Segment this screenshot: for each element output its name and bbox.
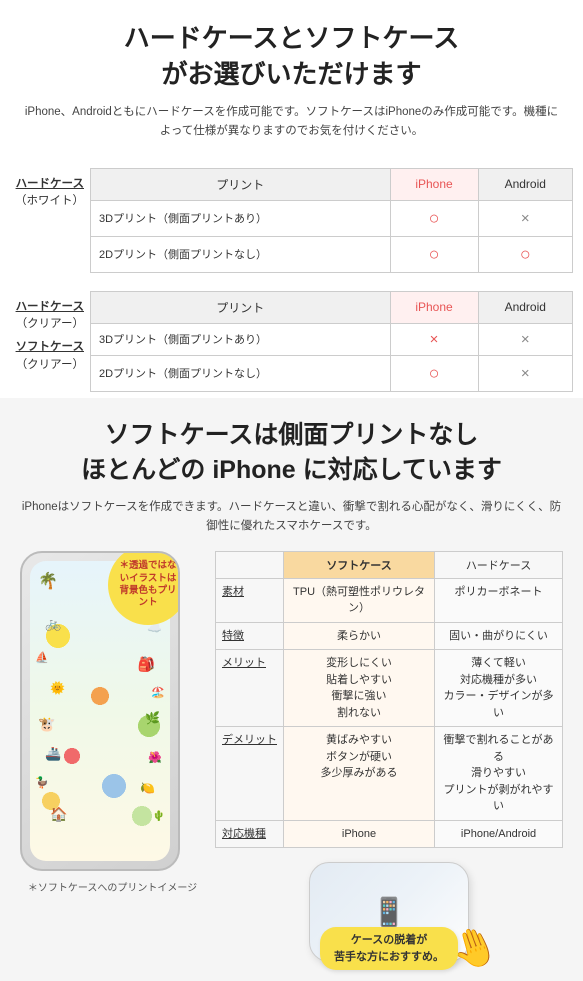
case-note-area: 📱 🤚 ケースの脱着が 苦手な方におすすめ。 xyxy=(215,862,563,965)
table2: プリント iPhone Android 3Dプリント（側面プリントあり）××2D… xyxy=(90,291,573,392)
phone-image-area: 🌴 🐋 🚲 ☁️ ⛵ 🎒 🌞 🏖️ 🐮 🌿 🚢 🌺 🦆 🍋 xyxy=(20,551,205,894)
col-android-header2: Android xyxy=(478,291,572,323)
table1-left-label: ハードケース （ホワイト） xyxy=(10,168,90,211)
right-area: ソフトケース ハードケース 素材TPU（熱可塑性ポリウレタン）ポリカーボネート特… xyxy=(215,551,563,966)
table1: プリント iPhone Android 3Dプリント（側面プリントあり）○×2D… xyxy=(90,168,573,273)
section1-header: ハードケースとソフトケース がお選びいただけます iPhone、Androidと… xyxy=(0,0,583,168)
case-note-bubble: ケースの脱着が 苦手な方におすすめ。 xyxy=(320,927,458,970)
col-iphone-header2: iPhone xyxy=(390,291,478,323)
table2-col: プリント iPhone Android 3Dプリント（側面プリントあり）××2D… xyxy=(90,291,573,392)
table1-wrapper: ハードケース （ホワイト） プリント iPhone Android 3Dプリント… xyxy=(10,168,573,273)
col-android-header1: Android xyxy=(478,168,572,200)
phone-illustration: 🌴 🐋 🚲 ☁️ ⛵ 🎒 🌞 🏖️ 🐮 🌿 🚢 🌺 🦆 🍋 xyxy=(20,551,180,871)
bottom-title: ソフトケースは側面プリントなし ほとんどの iPhone に対応しています xyxy=(20,418,563,488)
col-iphone-header1: iPhone xyxy=(390,168,478,200)
section2: ソフトケースは側面プリントなし ほとんどの iPhone に対応しています iP… xyxy=(0,398,583,981)
footer-note: ＊ソフトケースへのプリントイメージ xyxy=(20,879,205,894)
comparison-table: ソフトケース ハードケース 素材TPU（熱可塑性ポリウレタン）ポリカーボネート特… xyxy=(215,551,563,849)
table1-section: ハードケース （ホワイト） プリント iPhone Android 3Dプリント… xyxy=(0,168,583,392)
section1-description: iPhone、Androidともにハードケースを作成可能です。ソフトケースはiP… xyxy=(20,103,563,142)
bottom-description: iPhoneはソフトケースを作成できます。ハードケースと違い、衝撃で割れる心配が… xyxy=(20,498,563,537)
main-title: ハードケースとソフトケース がお選びいただけます xyxy=(20,20,563,93)
comp-soft-header: ソフトケース xyxy=(284,551,435,578)
comp-hard-header: ハードケース xyxy=(435,551,563,578)
bottom-content: 🌴 🐋 🚲 ☁️ ⛵ 🎒 🌞 🏖️ 🐮 🌿 🚢 🌺 🦆 🍋 xyxy=(20,551,563,966)
table1-col: プリント iPhone Android 3Dプリント（側面プリントあり）○×2D… xyxy=(90,168,573,273)
comp-blank-header xyxy=(216,551,284,578)
col-print-header2: プリント xyxy=(91,291,391,323)
table2-wrapper: ハードケース （クリアー） ソフトケース （クリアー） プリント iPhone … xyxy=(10,291,573,392)
table2-left-label: ハードケース （クリアー） ソフトケース （クリアー） xyxy=(10,291,90,374)
col-print-header: プリント xyxy=(91,168,391,200)
